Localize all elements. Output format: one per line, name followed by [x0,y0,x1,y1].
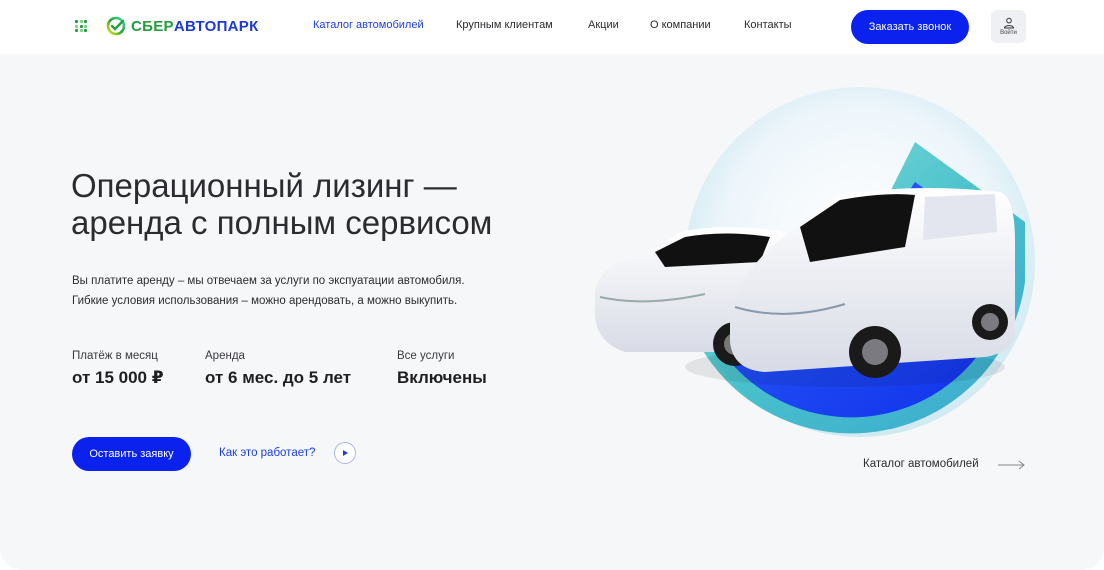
hero-title: Операционный лизинг — аренда с полным се… [71,167,551,241]
stat-label: Платёж в месяц [72,350,158,362]
login-button[interactable]: Войти [991,10,1026,43]
hero-description: Вы платите аренду – мы отвечаем за услуг… [72,271,542,311]
hero-description-line-2: Гибкие условия использования – можно аре… [72,295,458,307]
stat-monthly-payment: Платёж в месяц от 15 000 ₽ [72,350,164,388]
stat-value: от 15 000 ₽ [72,368,164,387]
nav-promotions[interactable]: Акции [588,19,619,31]
sber-logo-icon [106,16,126,36]
catalog-link[interactable]: Каталог автомобилей [863,458,979,470]
stat-value: Включены [397,368,487,387]
brand-logo[interactable]: СБЕР АВТОПАРК [106,14,259,38]
user-icon [1003,17,1014,29]
nav-about[interactable]: О компании [650,19,711,31]
submit-application-button[interactable]: Оставить заявку [72,437,191,471]
nav-large-clients[interactable]: Крупным клиентам [456,19,553,31]
how-it-works-link[interactable]: Как это работает? [219,447,315,459]
nav-catalog[interactable]: Каталог автомобилей [313,19,424,31]
request-call-button[interactable]: Заказать звонок [851,10,969,44]
hero-cars-illustration [595,87,1035,437]
hero-title-line-2: аренда с полным сервисом [71,204,493,241]
apps-grid-icon[interactable] [75,20,87,32]
stat-value: от 6 мес. до 5 лет [205,368,352,387]
brand-name-avtopark: АВТОПАРК [173,17,259,35]
brand-name-sber: СБЕР [131,17,174,35]
play-video-button[interactable] [334,442,356,464]
nav-contacts[interactable]: Контакты [744,19,792,31]
stat-label: Все услуги [397,350,455,362]
site-header: СБЕР АВТОПАРК Каталог автомобилей Крупны… [0,0,1104,54]
page: СБЕР АВТОПАРК Каталог автомобилей Крупны… [0,0,1104,570]
hero-title-line-1: Операционный лизинг — [71,167,457,204]
stat-all-services: Все услуги Включены [397,350,487,388]
stat-label: Аренда [205,350,245,362]
login-label: Войти [1000,30,1017,36]
hero-description-line-1: Вы платите аренду – мы отвечаем за услуг… [72,275,465,287]
stat-rent-term: Аренда от 6 мес. до 5 лет [205,350,351,388]
play-icon [343,450,348,456]
arrow-right-icon[interactable] [998,460,1026,470]
